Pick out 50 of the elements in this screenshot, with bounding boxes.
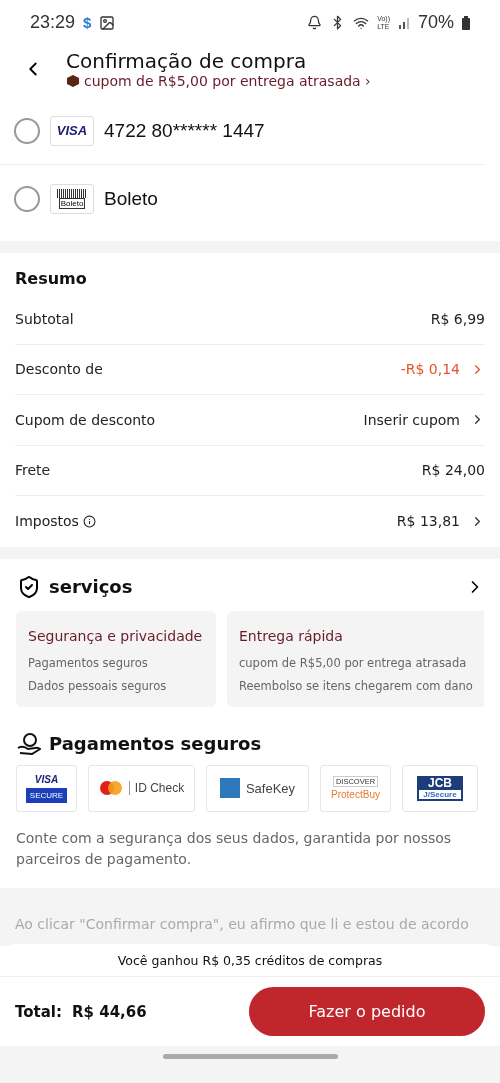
card-text: cupom de R$5,00 por entrega atrasada xyxy=(239,655,468,670)
dollar-icon: $ xyxy=(83,14,92,31)
box-icon xyxy=(66,74,80,88)
summary-value: R$ 24,00 xyxy=(421,462,485,479)
radio-button[interactable] xyxy=(14,186,40,212)
page-title: Confirmação de compra xyxy=(66,49,308,73)
terms-text: Ao clicar "Confirmar compra", eu afirmo que li e estou de acordo xyxy=(15,915,469,932)
summary-label: Subtotal xyxy=(15,310,74,327)
safekey-badge: SafeKey xyxy=(206,764,309,812)
security-note: Conte com a segurança dos seus dados, garantida por nossos parceiros de pagamento. xyxy=(15,828,453,869)
circles-icon xyxy=(98,780,123,796)
card-title: Segurança e privacidade xyxy=(28,627,204,644)
id-check-badge: ID Check xyxy=(88,764,195,812)
visa-logo: VISA xyxy=(50,115,94,146)
visa-secure-badge: VISA SECURE xyxy=(16,764,77,812)
summary-value: -R$ 0,14 xyxy=(400,361,460,378)
card-text: Pagamentos seguros xyxy=(28,655,149,670)
status-time: 23:29 xyxy=(30,12,76,33)
card-text: Dados pessoais seguros xyxy=(28,678,168,693)
credits-text: Você ganhou R$ 0,35 créditos de compras xyxy=(117,953,383,968)
summary-label: Frete xyxy=(15,462,51,479)
section-title: serviços xyxy=(49,576,133,597)
alarm-icon xyxy=(307,15,323,30)
battery-percent: 70% xyxy=(417,12,454,33)
boleto-logo: Boleto xyxy=(50,184,94,214)
card-title: Entrega rápida xyxy=(239,627,344,644)
summary-label: Impostos xyxy=(15,513,79,530)
signal-icon xyxy=(397,16,410,29)
summary-value: Inserir cupom xyxy=(363,411,460,428)
total-value: R$ 44,66 xyxy=(72,1002,147,1021)
section-title: Pagamentos seguros xyxy=(49,733,262,754)
summary-label: Cupom de desconto xyxy=(15,411,156,428)
radio-button[interactable] xyxy=(14,117,40,144)
battery-icon xyxy=(462,15,470,30)
shield-icon xyxy=(17,574,41,599)
payment-method-label: Boleto xyxy=(104,188,158,210)
square-icon xyxy=(219,778,240,798)
payment-method-label: 4722 80****** 1447 xyxy=(104,119,265,142)
promo-link[interactable]: cupom de R$5,00 por entrega atrasada › xyxy=(66,73,371,89)
place-order-button[interactable]: Fazer o pedido xyxy=(249,987,485,1036)
section-title: Resumo xyxy=(15,268,88,290)
summary-label: Desconto de xyxy=(15,361,103,378)
summary-value: R$ 6,99 xyxy=(430,310,485,327)
card-text: Reembolso se itens chegarem com dano xyxy=(239,678,474,693)
summary-value: R$ 13,81 xyxy=(396,513,460,530)
gallery-icon xyxy=(99,14,116,31)
hand-coin-icon xyxy=(17,732,41,755)
jcb-badge: JCB J/Secure xyxy=(402,764,478,812)
total-label: Total: xyxy=(15,1002,62,1021)
info-icon[interactable] xyxy=(82,514,96,528)
